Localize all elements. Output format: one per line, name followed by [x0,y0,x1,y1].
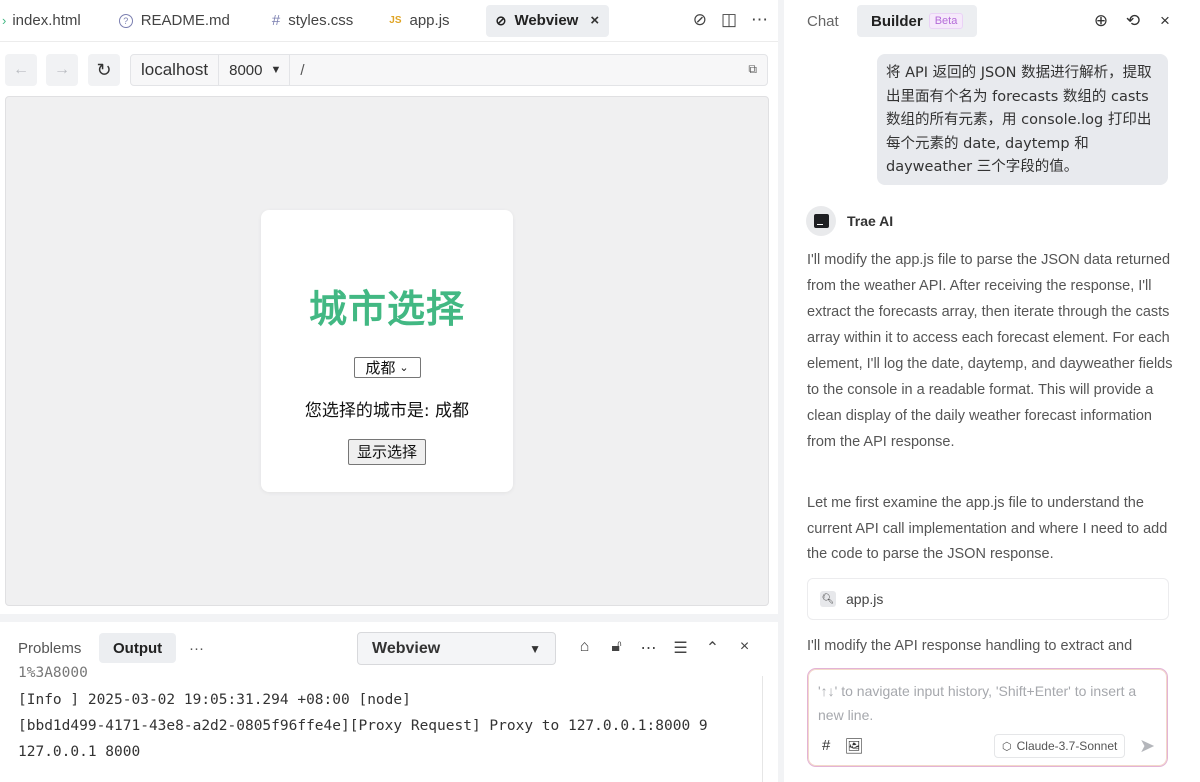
tab-webview[interactable]: ⊘ Webview × [485,4,610,37]
new-chat-icon[interactable]: ⊕ [1092,11,1110,31]
chat-header: Chat Builder Beta ⊕ ⟲ × [784,0,1200,42]
chevron-up-icon[interactable]: ⌃ [704,638,721,658]
close-icon[interactable]: × [1156,11,1174,31]
model-select[interactable]: ⬡ Claude-3.7-Sonnet [994,734,1126,758]
beta-badge: Beta [928,13,964,29]
more-tabs-button[interactable]: ··· [189,633,204,663]
ide-window: › index.html ? README.md # styles.css JS… [0,0,1200,782]
link-icon: ⊘ [495,12,507,28]
bottom-panel-header: Problems Output ··· Webview ▼ ⌂ 🔓︎ ⋯ ☰ ⌃… [0,630,778,666]
open-external-icon[interactable]: ⧉ [748,62,757,77]
url-bar[interactable]: localhost 8000 ▼ / ⧉ [130,54,768,86]
model-name: Claude-3.7-Sonnet [1016,739,1118,753]
log-line: 127.0.0.1 8000 [18,744,141,760]
page-title: 城市选择 [308,287,465,331]
chevron-down-icon: ▼ [270,64,282,76]
compass-icon[interactable]: ⊘ [693,10,707,30]
assistant-paragraph: I'll modify the app.js file to parse the… [807,252,1173,450]
tab-label: README.md [140,12,230,29]
refresh-icon: ↻ [96,59,112,80]
webview-viewport: 城市选择 成都 ⌄ 您选择的城市是: 成都 显示选择 [5,96,769,606]
tab-app-js[interactable]: JS app.js [379,5,459,37]
close-icon[interactable]: × [736,638,753,658]
tab-styles-css[interactable]: # styles.css [262,5,363,37]
city-select-card: 城市选择 成都 ⌄ 您选择的城市是: 成都 显示选择 [261,210,513,492]
file-reference[interactable]: 🔍︎ app.js [807,578,1169,620]
chat-header-actions: ⊕ ⟲ × [1092,11,1174,31]
javascript-icon: JS [389,15,402,26]
panel-actions: ⌂ 🔓︎ ⋯ ☰ ⌃ × [576,638,753,658]
log-line: 1%3A8000 [18,665,88,681]
log-line: [bbd1d499-4171-43e8-a2d2-0805f96ffe4e][P… [18,718,708,734]
clear-output-icon[interactable]: ⌂ [576,638,593,658]
chat-input[interactable]: '↑↓' to navigate input history, 'Shift+E… [807,668,1168,767]
cube-icon: ⬡ [1002,740,1012,753]
tab-label: styles.css [288,12,354,29]
search-icon: 🔍︎ [820,591,836,607]
chevron-down-icon: ⌄ [399,361,409,374]
avatar [806,206,836,236]
output-source-value: Webview [372,639,441,657]
history-icon[interactable]: ⟲ [1124,11,1142,31]
split-editor-icon[interactable]: ◫ [721,10,737,30]
url-host: localhost [131,55,220,85]
tab-label: app.js [409,12,450,29]
file-reference-label: app.js [846,591,884,607]
info-icon: ? [118,13,133,28]
show-selection-button[interactable]: 显示选择 [347,439,426,465]
more-icon[interactable]: ⋯ [751,10,768,30]
chat-input-placeholder: '↑↓' to navigate input history, 'Shift+E… [818,683,1137,723]
output-log: 1%3A8000 [Info ] 2025-03-02 19:05:31.294… [0,665,760,782]
url-path-input[interactable]: / [290,62,304,79]
city-select-value: 成都 [365,359,396,377]
editor-toolbar-actions: ⊘ ◫ ⋯ [693,6,768,34]
arrow-left-icon: ← [13,61,29,78]
tab-builder-label: Builder [871,12,923,30]
chat-panel: Chat Builder Beta ⊕ ⟲ × 将 API 返回的 JSON 数… [784,0,1200,782]
tab-builder[interactable]: Builder Beta [857,5,978,37]
editor-area: › index.html ? README.md # styles.css JS… [0,0,778,782]
port-select[interactable]: 8000 ▼ [219,55,291,85]
tab-output[interactable]: Output [99,633,177,663]
assistant-paragraph: Let me first examine the app.js file to … [807,495,1168,562]
user-message: 将 API 返回的 JSON 数据进行解析，提取出里面有个名为 forecast… [877,54,1168,185]
assistant-name: Trae AI [847,213,894,229]
hash-icon: # [271,12,281,29]
sliders-icon[interactable]: ☰ [672,638,689,658]
output-source-select[interactable]: Webview ▼ [357,632,556,665]
back-button[interactable]: ← [5,54,37,86]
chevron-right-icon: › [2,13,7,28]
close-icon[interactable]: × [590,12,599,29]
output-scrollbar[interactable] [762,676,763,782]
port-value: 8000 [229,61,263,79]
arrow-right-icon: → [54,61,70,78]
trae-logo-icon [813,214,829,228]
hash-icon[interactable]: # [822,737,830,755]
lock-icon[interactable]: 🔓︎ [608,638,625,658]
more-icon[interactable]: ⋯ [640,638,657,658]
tab-problems[interactable]: Problems [18,633,81,663]
tab-label: Webview [514,12,579,29]
assistant-paragraph: I'll modify the API response handling to… [807,638,1133,654]
forward-button[interactable]: → [46,54,78,86]
editor-tabbar: › index.html ? README.md # styles.css JS… [0,0,778,42]
city-select[interactable]: 成都 ⌄ [353,357,421,378]
browser-navbar: ← → ↻ localhost 8000 ▼ / ⧉ [0,52,778,90]
image-icon[interactable]: 🖼︎ [844,737,863,755]
reload-button[interactable]: ↻ [88,54,120,86]
send-icon[interactable]: ➤ [1139,735,1155,758]
tab-index-html[interactable]: › index.html [0,5,91,37]
selected-city-text: 您选择的城市是: 成都 [304,401,470,421]
tab-chat[interactable]: Chat [807,5,839,37]
tab-readme-md[interactable]: ? README.md [109,5,240,37]
panel-divider[interactable] [0,614,778,622]
input-tools: # 🖼︎ [822,737,863,755]
tab-label: index.html [12,12,81,29]
chevron-down-icon: ▼ [529,641,541,656]
log-line: [Info ] 2025-03-02 19:05:31.294 +08:00 [… [18,692,411,708]
